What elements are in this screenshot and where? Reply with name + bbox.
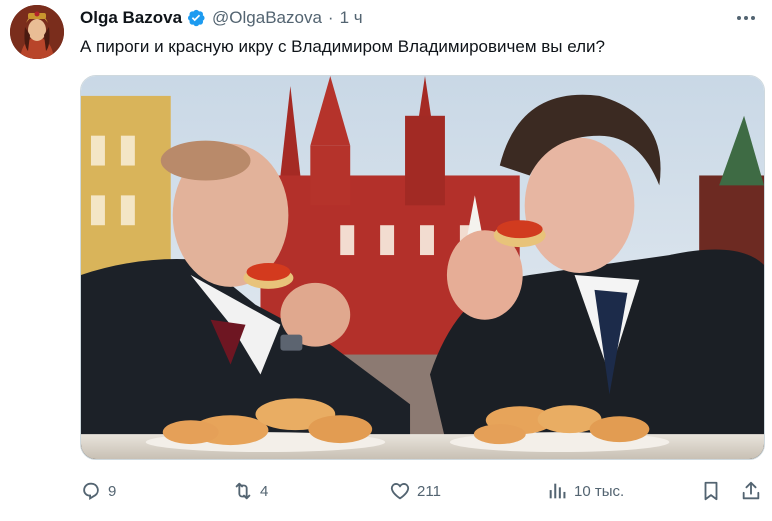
bookmark-icon bbox=[704, 481, 718, 501]
header-separator: · bbox=[327, 8, 334, 27]
post-text: А пироги и красную икру с Владимиром Вла… bbox=[80, 37, 605, 56]
verified-badge-icon bbox=[186, 8, 206, 28]
heart-icon bbox=[390, 483, 410, 500]
avatar-image bbox=[10, 5, 64, 59]
views-icon bbox=[549, 483, 566, 499]
share-icon bbox=[742, 481, 760, 500]
action-bar: 9 4 211 10 тыс. bbox=[80, 476, 765, 506]
like-button[interactable]: 211 bbox=[389, 476, 441, 506]
author-name[interactable]: Olga Bazova bbox=[80, 8, 182, 28]
like-count: 211 bbox=[417, 482, 441, 500]
views-button[interactable]: 10 тыс. bbox=[546, 476, 624, 506]
tweet: Olga Bazova @OlgaBazova · 1 ч А пироги и… bbox=[0, 0, 772, 521]
reply-count: 9 bbox=[108, 482, 117, 500]
post-time[interactable]: 1 ч bbox=[340, 8, 363, 28]
author-handle[interactable]: @OlgaBazova bbox=[212, 8, 322, 28]
bookmark-button[interactable] bbox=[700, 476, 722, 506]
views-count: 10 тыс. bbox=[574, 482, 625, 500]
post-media[interactable] bbox=[80, 75, 765, 460]
more-icon[interactable] bbox=[734, 8, 758, 28]
post-photo bbox=[81, 76, 764, 459]
reply-button[interactable]: 9 bbox=[80, 476, 116, 506]
post-header: Olga Bazova @OlgaBazova · 1 ч bbox=[80, 8, 363, 28]
repost-button[interactable]: 4 bbox=[232, 476, 268, 506]
repost-count: 4 bbox=[260, 482, 269, 500]
avatar[interactable] bbox=[10, 5, 64, 59]
repost-icon bbox=[235, 482, 251, 500]
reply-icon bbox=[83, 482, 99, 500]
share-button[interactable] bbox=[740, 476, 762, 506]
